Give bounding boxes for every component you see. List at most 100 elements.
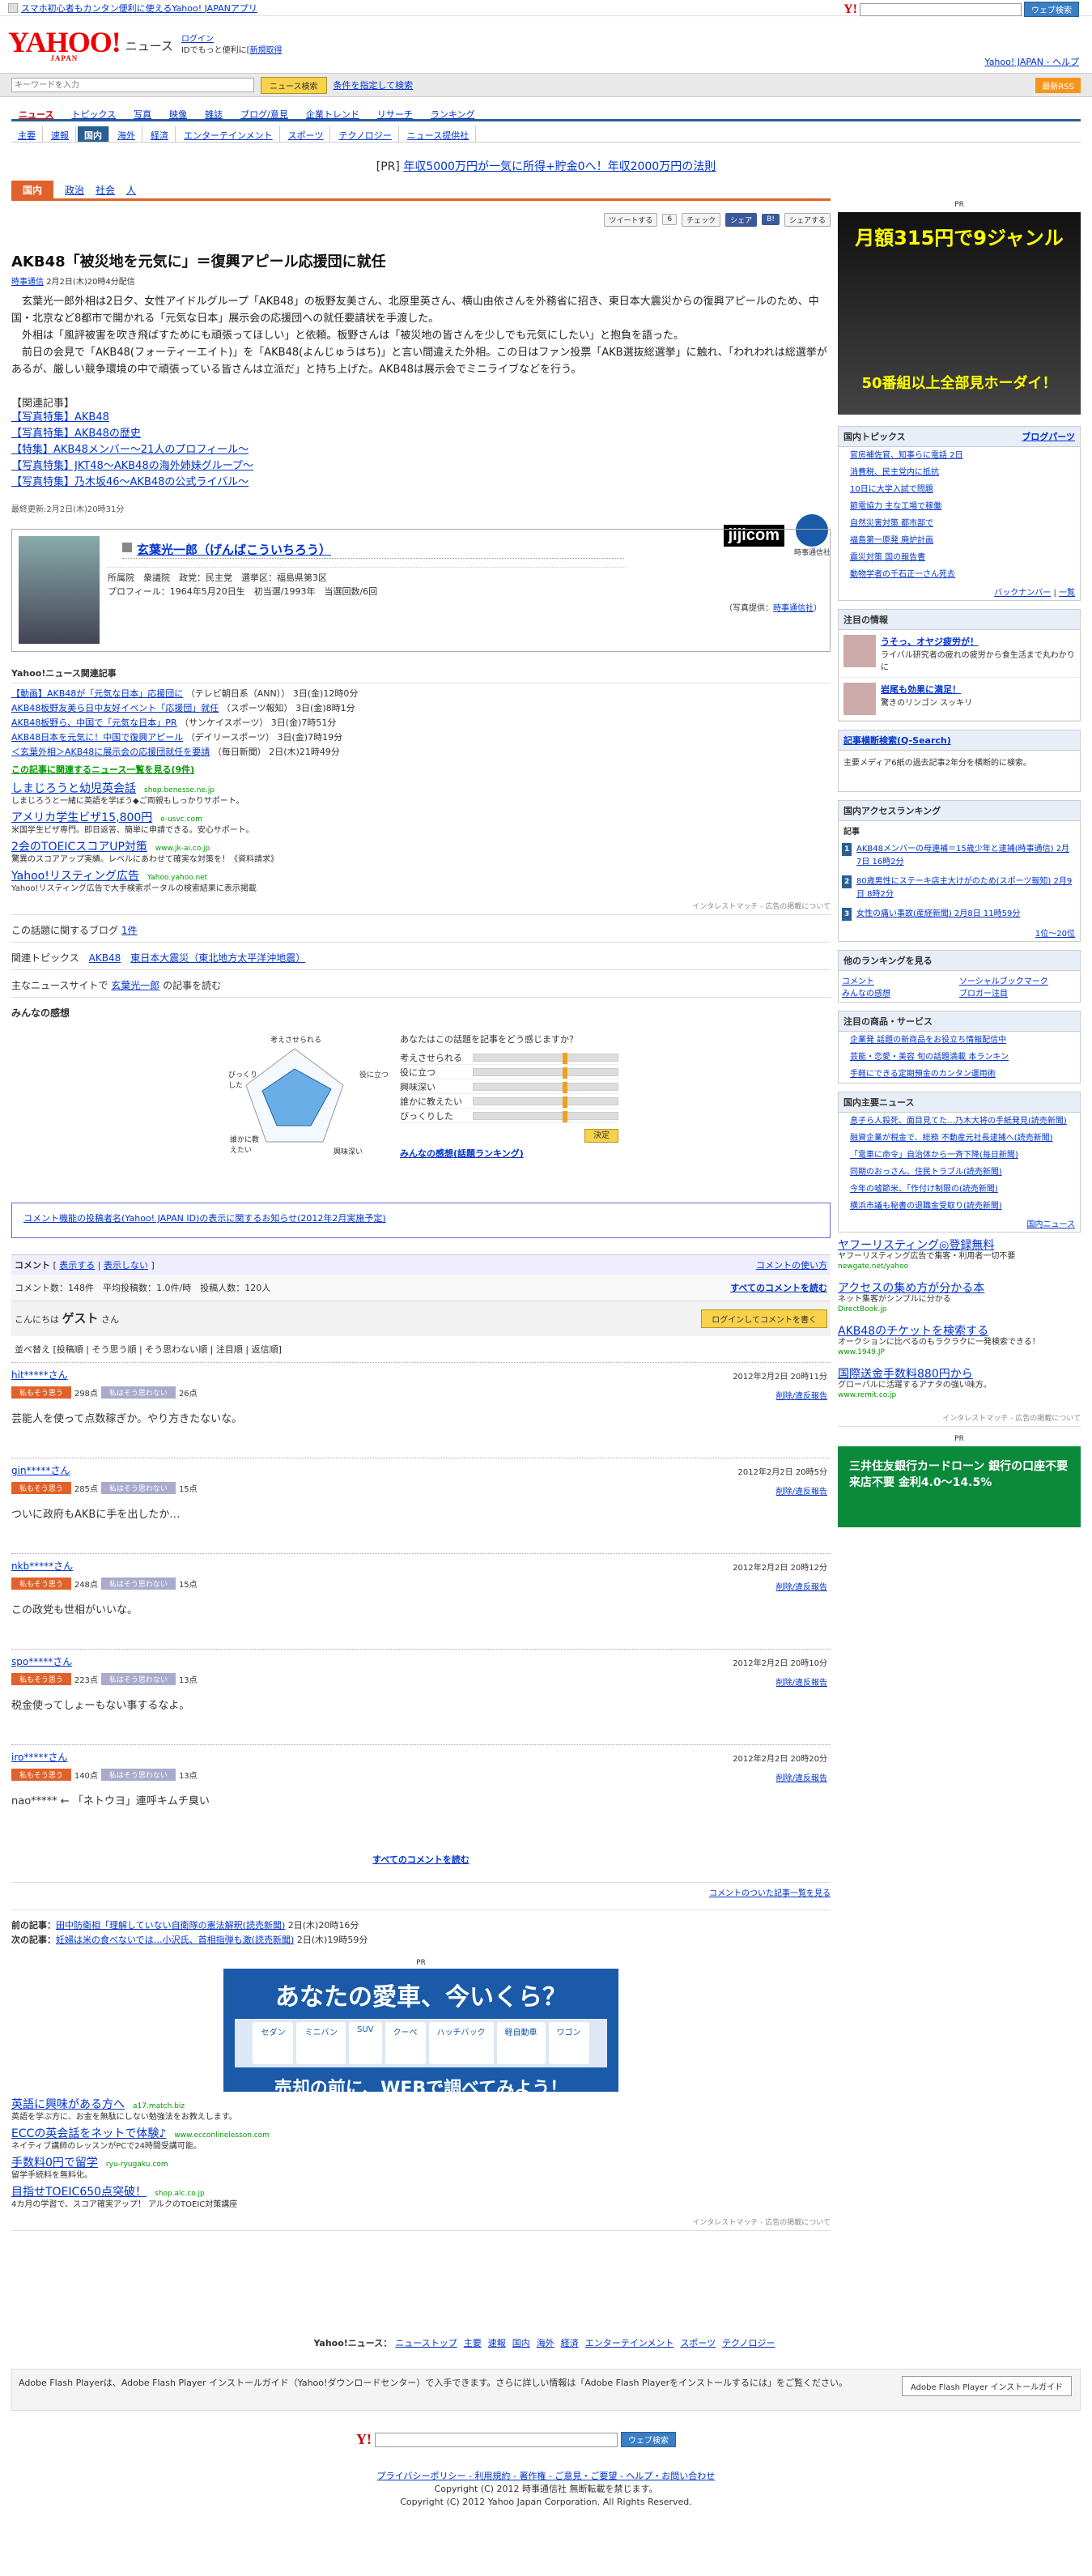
slider-handle[interactable] [563,1067,568,1079]
header-right-links[interactable]: Yahoo! JAPAN - ヘルプ [984,55,1079,68]
nav-tab[interactable]: 雑誌 [198,105,230,120]
car-type-button[interactable]: ワゴン [548,2022,589,2064]
related-link[interactable]: 【特集】AKB48メンバー〜21人のプロフィール〜 [11,442,831,458]
nav-tab[interactable]: ブログ/意見 [233,105,295,120]
car-type-button[interactable]: 軽自動車 [496,2022,546,2064]
rss-button[interactable]: 最新RSS [1035,77,1081,93]
car-ad-banner[interactable]: あなたの愛車、今いくら？ セダン ミニバン SUV クーペ ハッチバック 軽自動車 ワゴン … [223,1969,618,2099]
goods-link[interactable]: 手軽にできる定期預金のカンタン運用術 [839,1066,1080,1083]
topic-link[interactable]: 10日に大学入試で問題 [839,481,1080,498]
ad-title[interactable]: 2会のTOEICスコアUP対策 [11,841,147,854]
signup-link[interactable]: 新規取得 [250,46,283,55]
subnav-tab[interactable]: 速報 [45,126,76,142]
check-button[interactable]: チェック [682,212,721,227]
share-button[interactable]: シェアする [784,212,831,227]
hatena-button[interactable]: B! [762,214,780,225]
related-news-link[interactable]: ＜玄葉外相＞AKB48に展示会の応援団就任を要請 [11,747,210,757]
major-news-link[interactable]: 同期のおっさん、住民トラブル(読売新聞) [839,1164,1080,1181]
slider-handle[interactable] [563,1110,568,1122]
source-link[interactable]: 時事通信 [11,278,44,287]
category-item[interactable]: 政治 [65,183,84,197]
car-type-button[interactable]: クーペ [385,2022,426,2064]
nav-tab[interactable]: 企業トレンド [299,105,367,120]
poll-slider[interactable] [473,1052,618,1064]
politician-name[interactable]: 玄葉光一郎（げんばこういちろう） [122,541,624,559]
vote-agree-button[interactable]: 私もそう思う [11,1482,71,1494]
topic-link[interactable]: 震災対策 国の報告書 [839,549,1080,566]
commented-articles-link[interactable]: コメントのついた記事一覧を見る [709,1889,831,1898]
comment-user[interactable]: gin*****さん [11,1465,70,1476]
other-ranking-link[interactable]: コメント [842,974,959,986]
report-link[interactable]: 削除/違反報告 [776,1389,827,1401]
bottom-nav-link[interactable]: 経済 [561,2338,579,2348]
other-ranking-link[interactable]: ブロガー注目 [959,986,1077,998]
vote-disagree-button[interactable]: 私はそう思わない [100,1673,176,1685]
ad-note[interactable]: インタレストマッチ - 広告の掲載について [11,901,831,915]
vote-agree-button[interactable]: 私もそう思う [11,1386,71,1399]
bottom-nav-link[interactable]: ニューストップ [395,2338,457,2348]
login-to-comment-button[interactable]: ログインしてコメントを書く [701,1309,827,1328]
facebook-share-button[interactable]: シェア [725,212,758,227]
comment-howto-link[interactable]: コメントの使い方 [756,1258,827,1271]
attention-title[interactable]: うそっ、オヤジ疲労が！ [881,635,1075,648]
bottom-nav-link[interactable]: エンターテインメント [585,2338,674,2348]
nav-tab[interactable]: ニュース [11,105,61,120]
other-ranking-link[interactable]: みんなの感想 [842,986,959,998]
web-search-button[interactable]: ウェブ検索 [621,2432,676,2447]
bottom-nav-link[interactable]: 国内 [512,2338,530,2348]
attention-title[interactable]: 岩尾も効果に満足！ [881,683,972,696]
bottom-nav-link[interactable]: スポーツ [680,2338,716,2348]
report-link[interactable]: 削除/違反報告 [776,1675,827,1688]
topic-link[interactable]: 官房補佐官、知事らに電話 2日 [839,447,1080,464]
vote-disagree-button[interactable]: 私はそう思わない [100,1482,176,1494]
category-item[interactable]: 人 [126,183,136,197]
vote-agree-button[interactable]: 私もそう思う [11,1578,71,1590]
poll-slider[interactable] [473,1081,618,1093]
comment-user[interactable]: hit*****さん [11,1369,68,1381]
goods-link[interactable]: 企業発 話題の新商品をお役立ち情報配信中 [839,1032,1080,1049]
related-news-link[interactable]: AKB48板野友美ら日中友好イベント「応援団」就任 [11,703,219,713]
goods-link[interactable]: 芸能・恋愛・美容 旬の話題満載 本ランキン [839,1049,1080,1066]
subnav-tab[interactable]: 主要 [11,126,43,142]
login-link[interactable]: ログイン [181,35,214,44]
bottom-search-input[interactable] [375,2432,618,2447]
nav-tab[interactable]: ランキング [423,105,482,120]
poll-submit-button[interactable]: 決定 [584,1129,618,1143]
comment-user[interactable]: nkb*****さん [11,1561,73,1572]
major-news-link[interactable]: 息子ら人殺死、面目見てた…乃木大将の手紙発見(読売新聞) [839,1113,1080,1130]
pr-link[interactable]: 年収5000万円が一気に所得+貯金0へ！年収2000万円の法則 [403,160,716,173]
topic-link[interactable]: 福島第一原発 廃炉計画 [839,532,1080,549]
topic-link[interactable]: 動物学者の千石正一さん死去 [839,566,1080,583]
slider-handle[interactable] [563,1096,568,1108]
comment-user[interactable]: iro*****さん [11,1752,67,1763]
subnav-tab[interactable]: テクノロジー [332,126,399,142]
subnav-tab[interactable]: 経済 [144,126,176,142]
news-search-button[interactable]: ニュース検索 [261,76,327,94]
related-link[interactable]: 【写真特集】乃木坂46〜AKB48の公式ライバル〜 [11,475,831,491]
ad-title[interactable]: ECCの英会話をネットで体験♪ [11,2127,166,2140]
other-ranking-link[interactable]: ソーシャルブックマーク [959,974,1077,986]
topic-link[interactable]: 節電協力 主な工場で稼働 [839,498,1080,515]
subnav-tab[interactable]: 国内 [78,126,109,142]
car-type-button[interactable]: ハッチバック [428,2022,494,2064]
vote-disagree-button[interactable]: 私はそう思わない [100,1578,176,1590]
top-search-input[interactable] [860,2,1022,16]
listing-title[interactable]: ヤフーリスティング◎登録無料 [838,1240,1081,1251]
bottom-nav-link[interactable]: 海外 [537,2338,554,2348]
ad-title[interactable]: 目指せTOEIC650点突破！ [11,2186,147,2199]
comment-user[interactable]: spo*****さん [11,1656,72,1667]
topic-link[interactable]: 自然災害対策 都市部で [839,515,1080,532]
report-link[interactable]: 削除/違反報告 [776,1771,827,1783]
comment-notice[interactable]: コメント機能の投稿者名(Yahoo! JAPAN ID)の表示に関するお知らせ(… [11,1203,831,1238]
related-all-link[interactable]: この記事に関連するニュース一覧を見る(9件) [11,763,831,776]
slider-handle[interactable] [563,1052,568,1064]
related-news-link[interactable]: AKB48日本を元気に！中国で復興アピール [11,732,183,743]
ad-title[interactable]: Yahoo!リスティング広告 [11,870,139,883]
nav-tab[interactable]: リサーチ [370,105,420,120]
related-link[interactable]: 【写真特集】JKT48〜AKB48の海外姉妹グループ〜 [11,458,831,475]
listing-title[interactable]: 国際送金手数料880円から [838,1369,1081,1380]
subnav-tab[interactable]: ニュース提供社 [401,126,477,142]
vote-disagree-button[interactable]: 私はそう思わない [100,1386,176,1399]
beetv-ad[interactable]: 月額315円で9ジャンル 50番組以上全部見ホーダイ！ [838,212,1081,415]
rank-link[interactable]: 女性の痛い事故(産経新聞) [856,909,952,918]
